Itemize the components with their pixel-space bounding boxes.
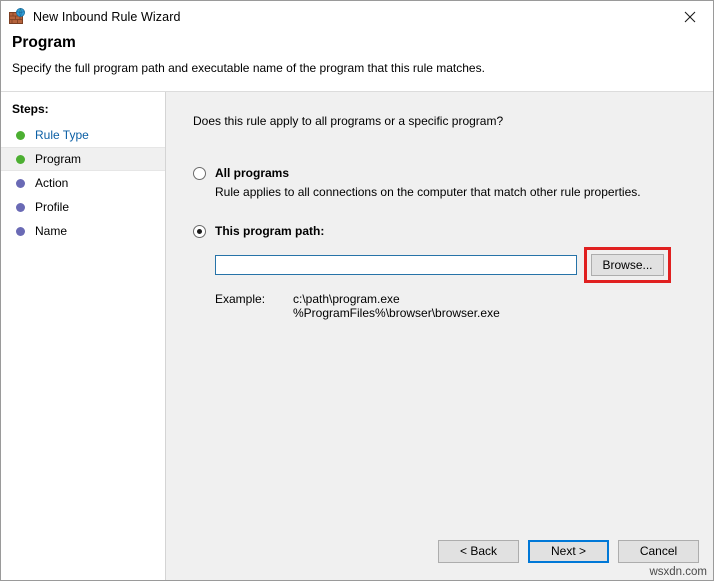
sidebar-item-label: Profile bbox=[35, 201, 69, 213]
back-button[interactable]: < Back bbox=[438, 540, 519, 563]
radio-this-program-path[interactable] bbox=[193, 225, 206, 238]
option-this-program-path-label: This program path: bbox=[215, 224, 324, 238]
cancel-button[interactable]: Cancel bbox=[618, 540, 699, 563]
example-line: %ProgramFiles%\browser\browser.exe bbox=[293, 306, 500, 320]
step-bullet-icon bbox=[16, 227, 25, 236]
page-title: Program bbox=[12, 34, 713, 52]
window-title: New Inbound Rule Wizard bbox=[33, 10, 181, 24]
sidebar-item-label: Action bbox=[35, 177, 68, 189]
program-path-input[interactable] bbox=[215, 255, 577, 275]
watermark: wsxdn.com bbox=[649, 566, 707, 578]
example-values: c:\path\program.exe %ProgramFiles%\brows… bbox=[293, 292, 500, 320]
content-inner: Does this rule apply to all programs or … bbox=[166, 92, 713, 522]
step-bullet-icon bbox=[16, 179, 25, 188]
sidebar-item-profile[interactable]: Profile bbox=[1, 195, 165, 219]
sidebar-item-name[interactable]: Name bbox=[1, 219, 165, 243]
option-all-programs-description: Rule applies to all connections on the c… bbox=[215, 185, 713, 199]
sidebar-item-label: Name bbox=[35, 225, 67, 237]
option-all-programs-row[interactable]: All programs bbox=[193, 166, 713, 180]
main-content: Does this rule apply to all programs or … bbox=[166, 92, 713, 580]
body: Steps: Rule Type Program Action Profile … bbox=[1, 92, 713, 580]
step-bullet-icon bbox=[16, 131, 25, 140]
browse-button[interactable]: Browse... bbox=[591, 254, 664, 276]
sidebar-item-action[interactable]: Action bbox=[1, 171, 165, 195]
program-path-row: Browse... bbox=[215, 247, 713, 283]
new-inbound-rule-wizard-window: New Inbound Rule Wizard Program Specify … bbox=[0, 0, 714, 581]
option-this-program-path-row[interactable]: This program path: bbox=[193, 224, 713, 238]
sidebar-item-label: Rule Type bbox=[35, 129, 89, 141]
close-icon[interactable] bbox=[667, 1, 713, 32]
example-label: Example: bbox=[215, 292, 293, 320]
next-button[interactable]: Next > bbox=[528, 540, 609, 563]
page-subtitle: Specify the full program path and execut… bbox=[12, 61, 713, 75]
option-all-programs: All programs Rule applies to all connect… bbox=[193, 166, 713, 199]
wizard-footer: < Back Next > Cancel wsxdn.com bbox=[166, 522, 713, 580]
step-bullet-icon bbox=[16, 203, 25, 212]
firewall-globe-icon bbox=[9, 8, 26, 25]
option-this-program-path: This program path: Browse... Example: c:… bbox=[193, 224, 713, 320]
page-header: Program Specify the full program path an… bbox=[1, 32, 713, 92]
option-all-programs-label: All programs bbox=[215, 166, 289, 180]
question-text: Does this rule apply to all programs or … bbox=[193, 114, 713, 128]
sidebar-item-program[interactable]: Program bbox=[1, 147, 165, 171]
example-line: c:\path\program.exe bbox=[293, 292, 500, 306]
steps-sidebar: Steps: Rule Type Program Action Profile … bbox=[1, 92, 166, 580]
example-block: Example: c:\path\program.exe %ProgramFil… bbox=[215, 292, 713, 320]
radio-all-programs[interactable] bbox=[193, 167, 206, 180]
sidebar-item-rule-type[interactable]: Rule Type bbox=[1, 123, 165, 147]
steps-heading: Steps: bbox=[1, 102, 165, 123]
browse-highlight-box: Browse... bbox=[584, 247, 671, 283]
step-bullet-icon bbox=[16, 155, 25, 164]
sidebar-item-label: Program bbox=[35, 153, 81, 165]
title-bar: New Inbound Rule Wizard bbox=[1, 1, 713, 32]
